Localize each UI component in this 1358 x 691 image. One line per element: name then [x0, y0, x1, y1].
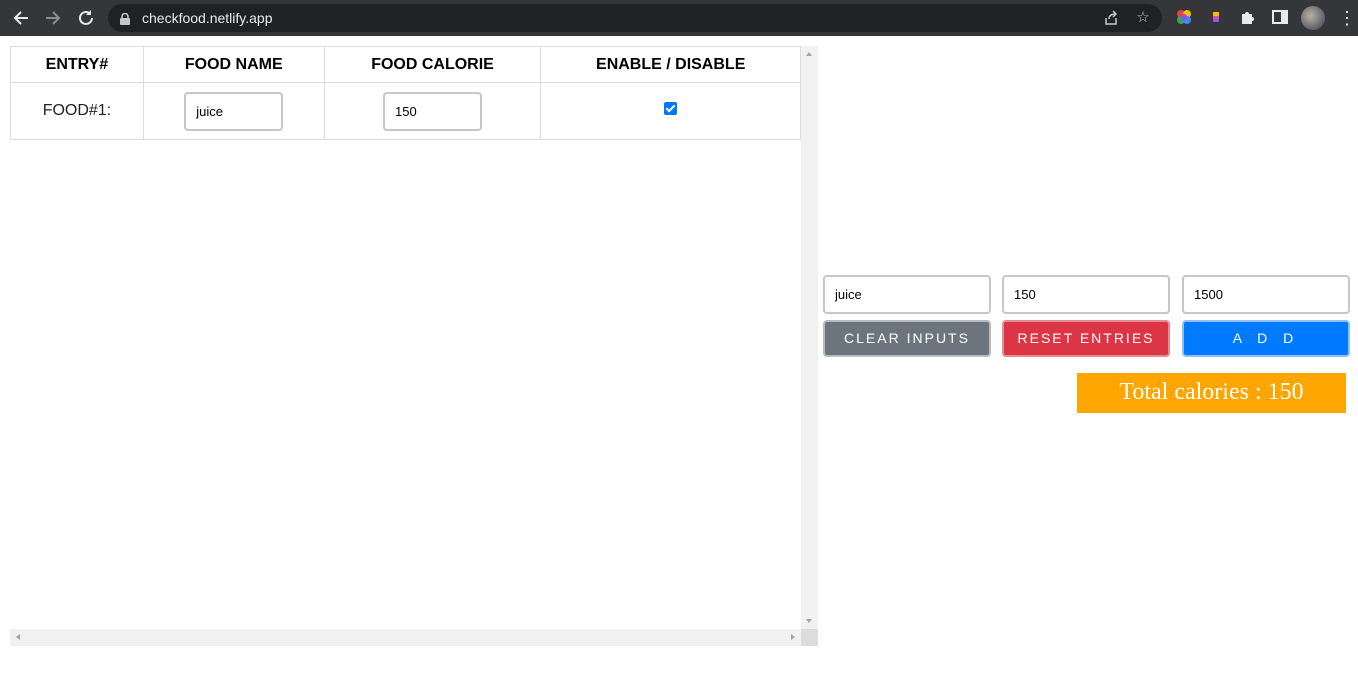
side-panel-icon[interactable]: [1271, 8, 1289, 26]
puzzle-icon[interactable]: [1239, 8, 1257, 26]
forward-icon[interactable]: [43, 8, 63, 28]
table-row: FOOD#1:: [10, 82, 801, 140]
back-icon[interactable]: [11, 8, 31, 28]
vertical-scrollbar[interactable]: [801, 46, 818, 629]
profile-avatar[interactable]: [1301, 6, 1325, 30]
horizontal-scrollbar[interactable]: [10, 629, 801, 646]
scroll-down-arrow-icon[interactable]: [806, 619, 812, 623]
reload-icon[interactable]: [76, 8, 96, 28]
food-calorie-input[interactable]: [1002, 275, 1170, 314]
row-food-name-input[interactable]: [184, 91, 284, 131]
lock-icon[interactable]: [120, 12, 130, 25]
header-enable-disable: ENABLE / DISABLE: [540, 46, 801, 83]
menu-dots-icon[interactable]: ⋮: [1338, 8, 1356, 28]
row-food-calorie-input[interactable]: [383, 91, 483, 131]
scroll-right-arrow-icon[interactable]: [791, 634, 795, 640]
share-icon[interactable]: [1103, 10, 1119, 26]
food-table-pane: ENTRY# FOOD NAME FOOD CALORIE ENABLE / D…: [10, 46, 818, 646]
scroll-left-arrow-icon[interactable]: [16, 634, 20, 640]
food-table: ENTRY# FOOD NAME FOOD CALORIE ENABLE / D…: [10, 46, 801, 140]
scrollbar-corner: [801, 629, 818, 646]
table-header-row: ENTRY# FOOD NAME FOOD CALORIE ENABLE / D…: [10, 46, 801, 83]
calorie-limit-input[interactable]: [1182, 275, 1350, 314]
enable-cell: [540, 82, 801, 140]
food-calorie-cell: [323, 82, 542, 140]
entry-label: FOOD#1:: [10, 82, 144, 140]
bookmark-star-icon[interactable]: ☆: [1135, 10, 1151, 26]
clear-inputs-button[interactable]: CLEAR INPUTS: [823, 320, 991, 357]
header-food-calorie: FOOD CALORIE: [323, 46, 542, 83]
food-name-input[interactable]: [823, 275, 991, 314]
address-bar[interactable]: checkfood.netlify.app ☆: [108, 4, 1162, 32]
reset-entries-button[interactable]: RESET ENTRIES: [1002, 320, 1170, 357]
food-name-cell: [142, 82, 325, 140]
browser-toolbar: checkfood.netlify.app ☆ ⋮: [0, 0, 1358, 36]
enable-checkbox[interactable]: [664, 102, 678, 115]
extension-bar-icon[interactable]: [1207, 8, 1225, 26]
scroll-up-arrow-icon[interactable]: [806, 52, 812, 56]
url-text[interactable]: checkfood.netlify.app: [142, 10, 273, 26]
add-button[interactable]: A D D: [1182, 320, 1350, 357]
food-table-viewport: ENTRY# FOOD NAME FOOD CALORIE ENABLE / D…: [10, 46, 801, 629]
extension-color-icon[interactable]: [1175, 8, 1193, 26]
header-food-name: FOOD NAME: [142, 46, 325, 83]
total-calories-banner: Total calories : 150: [1077, 373, 1346, 413]
header-entry: ENTRY#: [10, 46, 144, 83]
